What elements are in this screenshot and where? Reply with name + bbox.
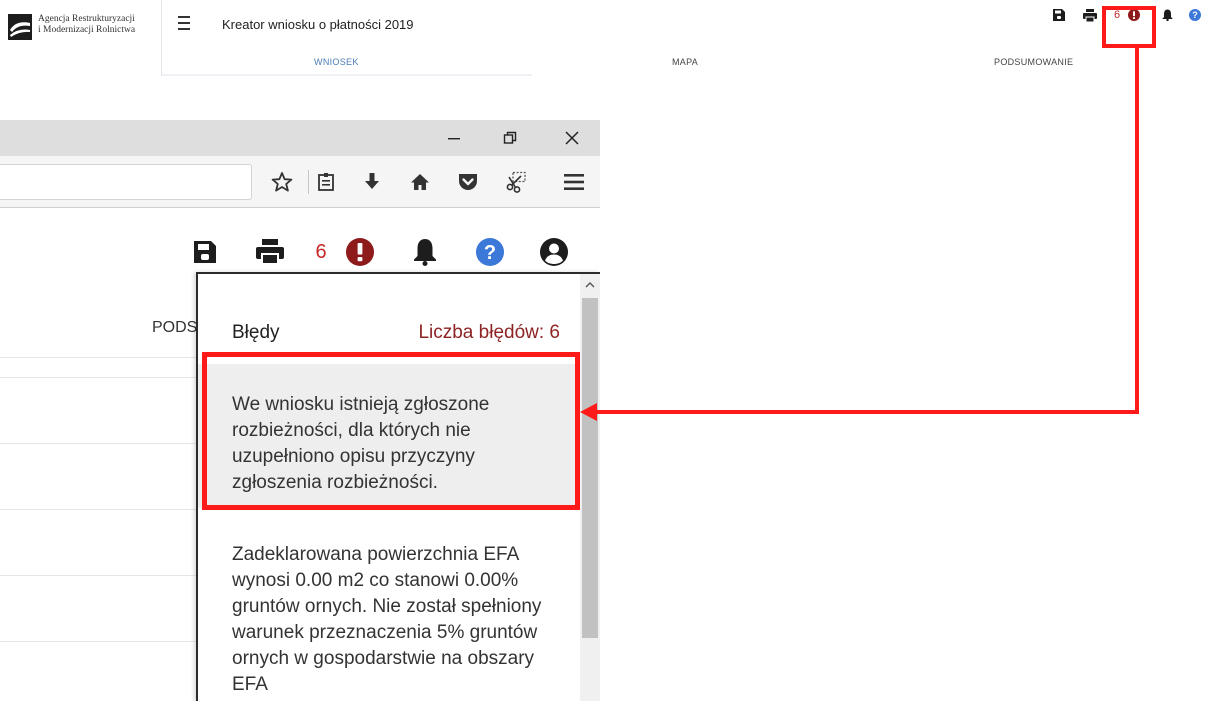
tab-podsumowanie-partial[interactable]: PODS [152, 319, 197, 337]
errors-panel-title: Błędy [232, 322, 280, 343]
bell-icon[interactable] [1160, 0, 1174, 30]
bell-icon-large[interactable] [410, 237, 440, 267]
tab-wniosek[interactable]: WNIOSEK [162, 50, 511, 74]
restore-icon[interactable] [490, 124, 530, 152]
arimr-logo-icon [8, 14, 32, 40]
reading-list-icon[interactable] [312, 168, 340, 196]
logo-line-2: i Modernizacji Rolnictwa [38, 25, 136, 35]
svg-text:?: ? [484, 242, 496, 264]
close-icon[interactable] [552, 124, 592, 152]
error-indicator-highlight [1102, 6, 1156, 48]
row-divider [0, 357, 196, 358]
save-icon[interactable] [1052, 0, 1066, 30]
errors-panel-header: Błędy Liczba błędów: 6 [198, 274, 580, 362]
main-tabs: WNIOSEK MAPA PODSUMOWANIE [162, 50, 1208, 74]
tab-mapa[interactable]: MAPA [511, 50, 860, 74]
app-header: Agencja Restrukturyzacji i Modernizacji … [0, 0, 1208, 76]
print-icon-large[interactable] [253, 237, 287, 267]
scroll-up-icon[interactable] [580, 274, 600, 296]
download-icon[interactable] [358, 168, 386, 196]
row-divider [0, 509, 196, 510]
error-item[interactable]: Zadeklarowana powierzchnia EFA wynosi 0.… [198, 530, 580, 701]
hamburger-menu-icon[interactable] [178, 16, 194, 30]
scrollbar-thumb[interactable] [582, 298, 598, 638]
window-titlebar [0, 120, 600, 156]
bookmark-star-icon[interactable] [268, 168, 296, 196]
address-bar[interactable] [0, 164, 252, 200]
browser-toolbar [0, 156, 600, 208]
row-divider [0, 377, 196, 378]
errors-count-label: Liczba błędów: 6 [418, 322, 560, 343]
panel-scrollbar[interactable] [580, 274, 600, 701]
row-divider [0, 443, 196, 444]
row-divider [0, 575, 196, 576]
logo-line-1: Agencja Restrukturyzacji [38, 14, 135, 24]
error-alert-icon-large[interactable] [344, 237, 376, 267]
svg-text:?: ? [1192, 10, 1198, 20]
save-icon-large[interactable] [190, 237, 220, 267]
logo-text: Agencja Restrukturyzacji i Modernizacji … [38, 14, 135, 36]
help-icon-large[interactable]: ? [474, 237, 506, 267]
selected-error-highlight [202, 352, 580, 510]
user-account-icon[interactable] [538, 237, 570, 267]
tab-indicator [162, 74, 1208, 76]
minimize-icon[interactable] [434, 124, 474, 152]
row-divider [0, 641, 196, 642]
home-icon[interactable] [406, 168, 434, 196]
print-icon[interactable] [1082, 0, 1098, 30]
pocket-icon[interactable] [454, 168, 482, 196]
error-count-large[interactable]: 6 [310, 237, 332, 267]
page-title: Kreator wniosku o płatności 2019 [222, 17, 414, 32]
browser-menu-icon[interactable] [560, 168, 588, 196]
screenshot-tool-icon[interactable] [502, 168, 530, 196]
tab-podsumowanie[interactable]: PODSUMOWANIE [859, 50, 1208, 74]
arimr-logo[interactable]: Agencja Restrukturyzacji i Modernizacji … [8, 14, 168, 44]
toolbar-separator [308, 170, 309, 194]
help-icon[interactable]: ? [1188, 0, 1202, 30]
